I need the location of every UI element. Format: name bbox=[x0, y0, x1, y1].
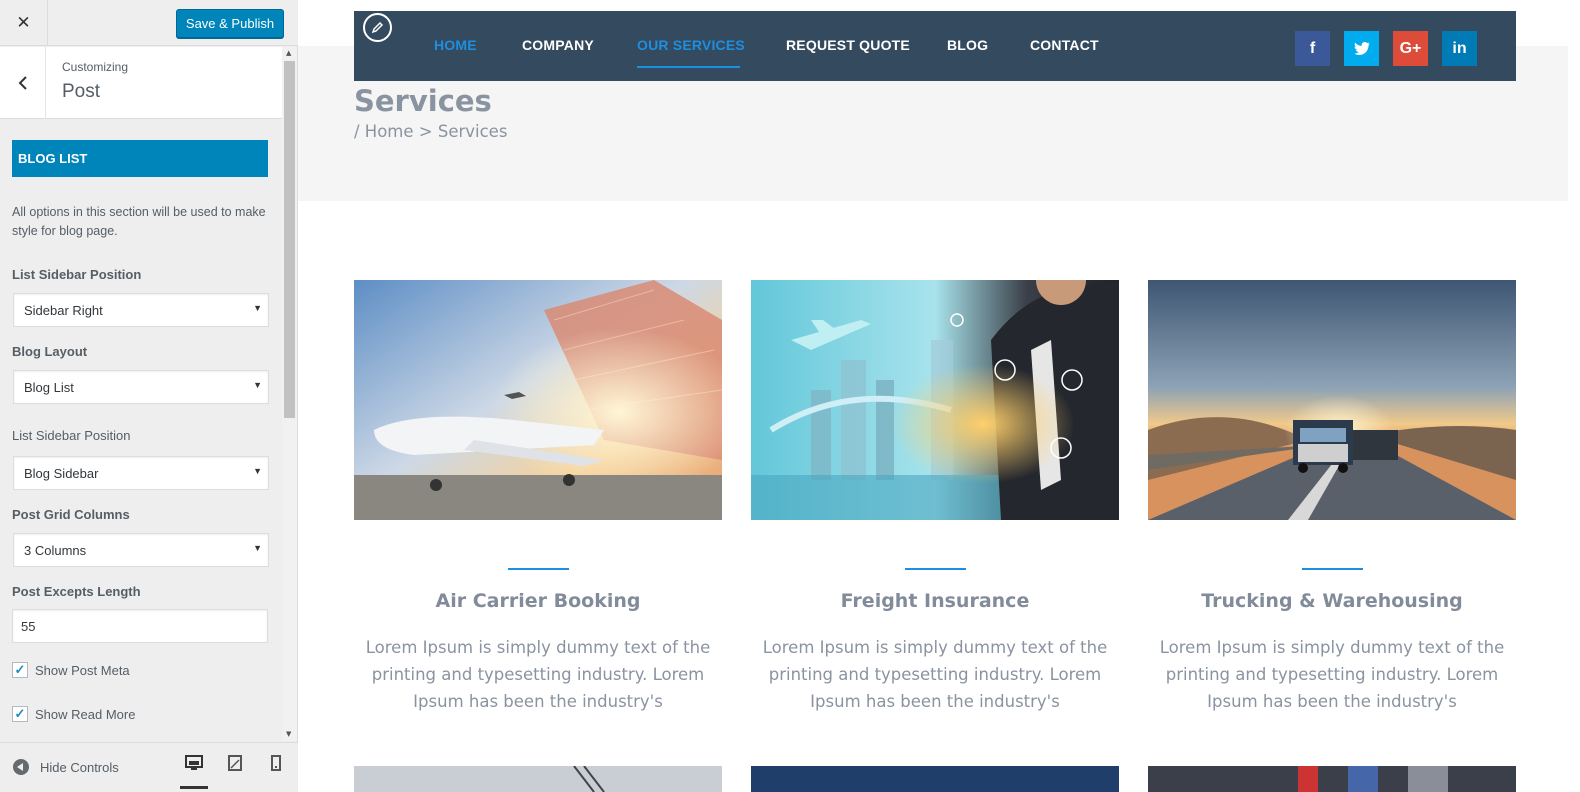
breadcrumb: / Home > Services bbox=[354, 122, 508, 141]
edit-pencil-icon[interactable] bbox=[363, 13, 392, 42]
sidebar-scrollbar[interactable]: ▲ ▼ bbox=[282, 47, 297, 741]
preview-scrollbar[interactable] bbox=[1568, 0, 1580, 792]
panel-description: All options in this section will be used… bbox=[12, 205, 266, 238]
dropdown-arrow-icon: ▼ bbox=[253, 466, 262, 476]
tablet-preview-button[interactable] bbox=[221, 755, 249, 789]
list-sidebar-position-2-select[interactable]: Blog Sidebar ▼ bbox=[13, 456, 269, 490]
post-excerpt-length-label: Post Excepts Length bbox=[12, 584, 141, 599]
service-image-freight-insurance[interactable] bbox=[751, 280, 1119, 520]
hide-controls-button[interactable]: Hide Controls bbox=[13, 759, 119, 775]
service-title[interactable]: Freight Insurance bbox=[751, 590, 1119, 612]
tablet-icon bbox=[228, 755, 242, 771]
title-accent-line bbox=[904, 568, 966, 570]
nav-company[interactable]: COMPANY bbox=[522, 37, 594, 53]
section-title: Post bbox=[62, 81, 101, 102]
desktop-icon bbox=[185, 755, 203, 770]
post-grid-columns-select[interactable]: 3 Columns ▼ bbox=[13, 533, 269, 567]
checkmark-icon: ✓ bbox=[12, 706, 28, 722]
nav-blog[interactable]: BLOG bbox=[947, 37, 988, 53]
show-post-meta-checkbox[interactable]: ✓ Show Post Meta bbox=[12, 662, 130, 678]
service-image-row2-1[interactable] bbox=[354, 766, 722, 792]
service-description: Lorem Ipsum is simply dummy text of the … bbox=[1159, 638, 1505, 711]
nav-home[interactable]: HOME bbox=[434, 37, 477, 53]
linkedin-icon[interactable]: in bbox=[1442, 31, 1477, 66]
nav-contact[interactable]: CONTACT bbox=[1030, 37, 1099, 53]
collapse-icon bbox=[13, 759, 29, 775]
dropdown-arrow-icon: ▼ bbox=[253, 543, 262, 553]
post-grid-columns-label: Post Grid Columns bbox=[12, 507, 130, 522]
desktop-preview-button[interactable] bbox=[180, 755, 208, 789]
checkbox-label: Show Post Meta bbox=[35, 662, 130, 678]
facebook-icon[interactable]: f bbox=[1295, 31, 1330, 66]
dropdown-arrow-icon: ▼ bbox=[253, 303, 262, 313]
title-accent-line bbox=[1301, 568, 1363, 570]
checkbox-label: Show Read More bbox=[35, 706, 136, 722]
customizer-header: ✕ Save & Publish bbox=[0, 0, 298, 46]
mobile-preview-button[interactable] bbox=[262, 755, 290, 789]
site-preview: HOME COMPANY OUR SERVICES REQUEST QUOTE … bbox=[298, 0, 1568, 792]
select-value: 3 Columns bbox=[24, 543, 87, 558]
controls-panel: BLOG LIST All options in this section wi… bbox=[12, 140, 270, 722]
hide-controls-label: Hide Controls bbox=[40, 759, 119, 775]
select-value: Blog Sidebar bbox=[24, 466, 99, 481]
nav-request-quote[interactable]: REQUEST QUOTE bbox=[786, 37, 910, 53]
list-sidebar-position-label: List Sidebar Position bbox=[12, 267, 142, 282]
scroll-up-icon[interactable]: ▲ bbox=[286, 49, 291, 57]
main-navbar: HOME COMPANY OUR SERVICES REQUEST QUOTE … bbox=[354, 11, 1516, 81]
page-title: Services bbox=[354, 84, 492, 118]
service-card: Air Carrier Booking Lorem Ipsum is simpl… bbox=[354, 280, 722, 715]
scroll-down-icon[interactable]: ▼ bbox=[286, 730, 291, 738]
show-read-more-checkbox[interactable]: ✓ Show Read More bbox=[12, 706, 135, 722]
dropdown-arrow-icon: ▼ bbox=[253, 380, 262, 390]
twitter-icon[interactable] bbox=[1344, 31, 1379, 66]
service-image-trucking[interactable] bbox=[1148, 280, 1516, 520]
post-excerpt-length-input[interactable]: 55 bbox=[12, 609, 268, 643]
service-image-row2-3[interactable] bbox=[1148, 766, 1516, 792]
service-card: Freight Insurance Lorem Ipsum is simply … bbox=[751, 280, 1119, 715]
service-description: Lorem Ipsum is simply dummy text of the … bbox=[365, 638, 711, 711]
service-title[interactable]: Air Carrier Booking bbox=[354, 590, 722, 612]
panel-title: BLOG LIST bbox=[12, 140, 268, 177]
back-arrow-icon[interactable] bbox=[0, 47, 46, 119]
checkmark-icon: ✓ bbox=[12, 662, 28, 678]
select-value: Blog List bbox=[24, 380, 74, 395]
blog-layout-select[interactable]: Blog List ▼ bbox=[13, 370, 269, 404]
title-accent-line bbox=[507, 568, 569, 570]
blog-layout-label: Blog Layout bbox=[12, 344, 88, 359]
customizer-footer: Hide Controls bbox=[0, 742, 298, 792]
service-image-row2-2[interactable] bbox=[751, 766, 1119, 792]
active-nav-underline bbox=[637, 66, 740, 68]
select-value: Sidebar Right bbox=[24, 303, 103, 318]
google-plus-icon[interactable]: G+ bbox=[1393, 31, 1428, 66]
service-description: Lorem Ipsum is simply dummy text of the … bbox=[762, 638, 1108, 711]
scrollbar-thumb[interactable] bbox=[284, 61, 295, 418]
customizer-sidebar: ✕ Save & Publish Customizing Post BLOG L… bbox=[0, 0, 298, 792]
service-card: Trucking & Warehousing Lorem Ipsum is si… bbox=[1148, 280, 1516, 715]
list-sidebar-position-select[interactable]: Sidebar Right ▼ bbox=[13, 293, 269, 327]
customizing-label: Customizing bbox=[62, 60, 129, 74]
section-header: Customizing Post bbox=[0, 47, 282, 119]
service-title[interactable]: Trucking & Warehousing bbox=[1148, 590, 1516, 612]
list-sidebar-position-2-label: List Sidebar Position bbox=[12, 428, 131, 443]
close-icon[interactable]: ✕ bbox=[0, 0, 48, 46]
mobile-icon bbox=[271, 755, 281, 771]
nav-our-services[interactable]: OUR SERVICES bbox=[637, 37, 745, 53]
save-publish-button[interactable]: Save & Publish bbox=[176, 9, 284, 38]
service-image-air-carrier[interactable] bbox=[354, 280, 722, 520]
